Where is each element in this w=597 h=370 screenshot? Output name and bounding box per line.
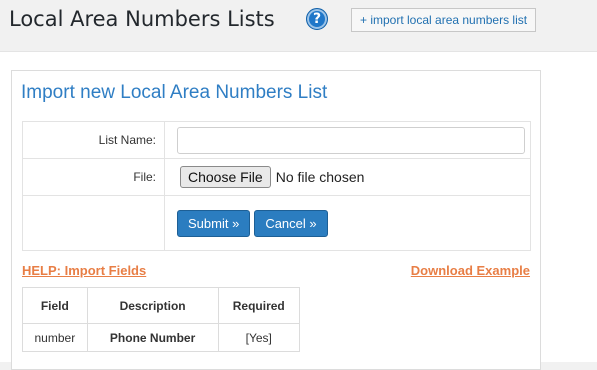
column-header-description: Description (86, 287, 219, 324)
column-header-required: Required (217, 287, 301, 324)
no-file-text: No file chosen (275, 169, 365, 185)
description-cell: Phone Number (86, 323, 219, 352)
list-name-cell (164, 121, 531, 159)
required-cell: [Yes] (217, 323, 301, 352)
column-header-field: Field (22, 287, 88, 324)
import-form: List Name: File: Choose File No file cho… (22, 121, 531, 251)
file-label: File: (22, 158, 165, 196)
field-cell: number (22, 323, 88, 352)
page-title: Local Area Numbers Lists (9, 7, 275, 31)
import-list-button[interactable]: + import local area numbers list (351, 8, 537, 32)
actions-cell: Submit » Cancel » (164, 195, 531, 251)
submit-button[interactable]: Submit » (177, 209, 251, 237)
table-header-row: Field Description Required (22, 287, 301, 324)
list-name-label: List Name: (22, 121, 165, 159)
help-circle-icon[interactable]: ? (306, 8, 328, 30)
download-example-link[interactable]: Download Example (411, 263, 530, 278)
help-import-fields-link[interactable]: HELP: Import Fields (22, 263, 146, 278)
table-row: number Phone Number [Yes] (22, 323, 301, 352)
import-fields-table: Field Description Required number Phone … (22, 287, 301, 352)
file-picker: Choose File No file chosen (180, 166, 530, 188)
panel-heading: Import new Local Area Numbers List (21, 82, 328, 103)
list-name-row: List Name: (22, 121, 531, 159)
list-name-input[interactable] (177, 126, 525, 154)
choose-file-button[interactable]: Choose File (180, 166, 271, 188)
content-area: Import new Local Area Numbers List List … (0, 51, 597, 370)
file-row: File: Choose File No file chosen (22, 158, 531, 196)
import-panel: Import new Local Area Numbers List List … (11, 70, 541, 370)
file-cell: Choose File No file chosen (164, 158, 531, 196)
form-buttons: Submit » Cancel » (177, 209, 530, 237)
actions-row: Submit » Cancel » (22, 195, 531, 251)
cancel-button[interactable]: Cancel » (254, 209, 328, 237)
actions-spacer (22, 195, 165, 251)
